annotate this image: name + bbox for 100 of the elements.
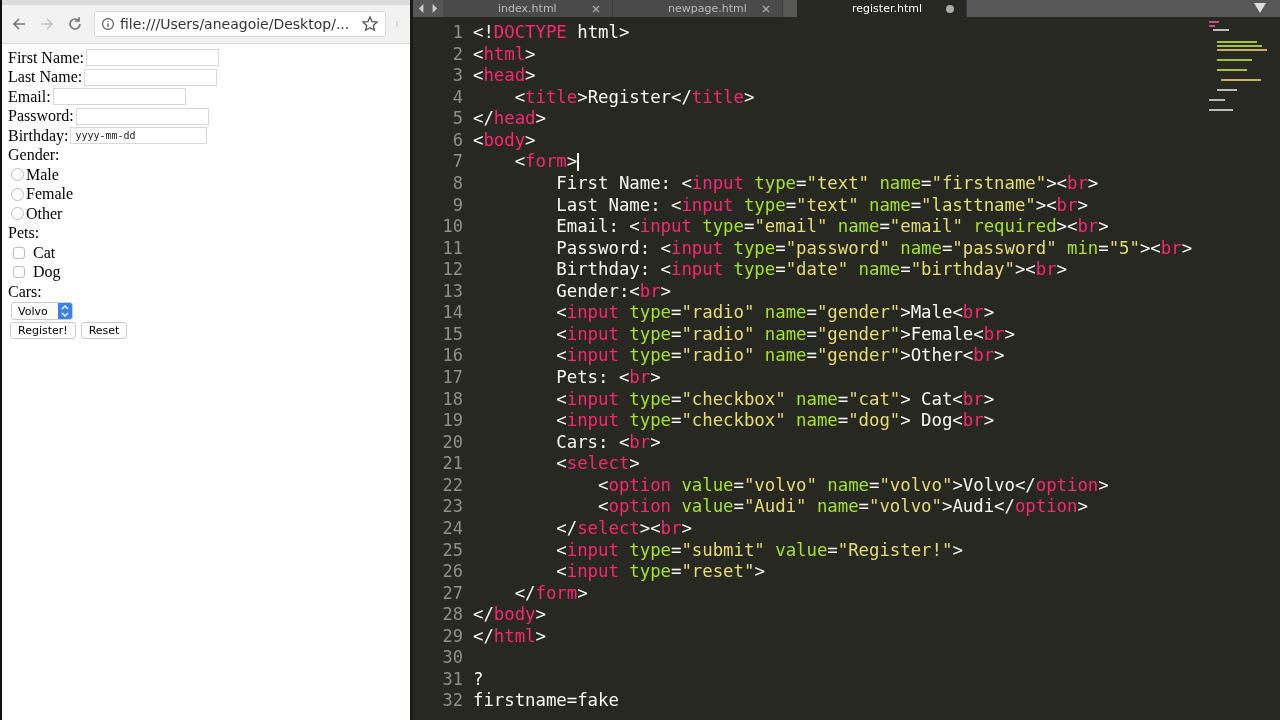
info-icon — [101, 17, 115, 31]
code-line: <html> — [473, 43, 536, 66]
code-line: <!DOCTYPE html> — [473, 22, 630, 44]
dropdown-icon[interactable] — [1254, 3, 1266, 13]
line-number: 27 — [442, 582, 463, 605]
line-number: 32 — [442, 690, 463, 712]
code-line: </html> — [473, 625, 546, 648]
field-label: Cars: — [8, 282, 42, 301]
code-line: <input type="checkbox" name="cat"> Cat<br> — [555, 388, 995, 411]
form-button[interactable]: Reset — [80, 322, 128, 340]
code-line: </head> — [473, 108, 546, 130]
stepper-icon[interactable] — [57, 303, 72, 320]
code-line: <input type="radio" name="gender">Female<br> — [555, 323, 1015, 346]
line-number: 11 — [442, 237, 463, 260]
field-label: First Name: — [8, 48, 84, 67]
line-number: 30 — [442, 647, 463, 669]
code-line: <input type="radio" name="gender">Other<br> — [555, 345, 1005, 367]
line-number: 24 — [442, 517, 463, 540]
code-line: Cars: <br> — [555, 431, 661, 454]
line-number: 7 — [452, 151, 463, 173]
radio-button[interactable] — [11, 168, 24, 182]
line-number: 21 — [442, 453, 463, 475]
text-field[interactable] — [84, 68, 218, 86]
line-number: 8 — [452, 172, 463, 195]
form-button[interactable]: Register! — [10, 322, 76, 340]
code-line: <input type="radio" name="gender">Male<br> — [555, 302, 995, 324]
unsaved-dot-icon — [946, 4, 954, 13]
line-number: 16 — [442, 345, 463, 367]
line-number: 15 — [442, 323, 463, 346]
text-field[interactable] — [75, 107, 209, 125]
star-icon[interactable] — [361, 15, 379, 33]
line-number: 26 — [442, 561, 463, 583]
code-line: Gender:<br> — [555, 280, 671, 303]
line-number: 5 — [452, 108, 463, 130]
code-line: <input type="submit" value="Register!"> — [555, 539, 963, 562]
line-number: 9 — [452, 194, 463, 217]
code-line: Birthday: <input type="date" name="birthday"><br> — [555, 259, 1067, 281]
checkbox-label: Dog — [33, 263, 61, 282]
line-number: 28 — [442, 604, 463, 626]
radio-label: Female — [26, 185, 74, 204]
code-line: <body> — [473, 129, 536, 152]
close-icon[interactable] — [592, 4, 600, 13]
code-line: Pets: <br> — [555, 367, 661, 389]
line-number: 31 — [442, 668, 463, 691]
code-line: First Name: <input type="text" name="firstname"><br> — [555, 172, 1099, 195]
line-number: 17 — [442, 367, 463, 389]
code-line: <head> — [473, 65, 536, 87]
line-number: 12 — [442, 259, 463, 281]
line-number: 23 — [442, 496, 463, 518]
checkbox-label: Cat — [33, 243, 56, 262]
code-line: <option value="Audi" name="volvo">Audi</option> — [597, 496, 1088, 518]
text-field[interactable] — [52, 88, 186, 106]
field-label: Last Name: — [8, 68, 83, 87]
line-number: 13 — [442, 280, 463, 303]
code-line: </select><br> — [555, 517, 692, 540]
tab-arrows-icon[interactable] — [417, 3, 439, 14]
code-line: <title>Register</title> — [513, 86, 755, 109]
checkbox[interactable] — [13, 246, 25, 259]
code-line: firstname=fake — [473, 690, 619, 712]
editor-tab[interactable]: register.html — [797, 0, 967, 17]
line-number: 20 — [442, 431, 463, 454]
date-field[interactable]: yyyy-mm-dd — [70, 127, 208, 145]
radio-label: Male — [26, 165, 59, 184]
code-line: Last Name: <input type="text" name="lasttname"><br> — [555, 194, 1088, 217]
address-bar[interactable]: file:///Users/aneagoie/Desktop/... — [94, 11, 386, 37]
field-label: Gender: — [8, 146, 60, 165]
close-icon[interactable] — [762, 4, 770, 13]
code-line: <form> — [513, 151, 578, 173]
line-number: 29 — [442, 625, 463, 648]
line-number: 22 — [442, 474, 463, 497]
field-label: Email: — [8, 87, 51, 106]
text-field[interactable] — [86, 49, 219, 67]
line-number: 14 — [442, 302, 463, 324]
field-label: Pets: — [8, 224, 40, 243]
radio-button[interactable] — [11, 187, 24, 201]
code-line: <input type="checkbox" name="dog"> Dog<br> — [555, 410, 995, 432]
editor-tab[interactable]: index.html — [443, 0, 613, 17]
code-line: </form> — [513, 582, 588, 605]
line-number: 19 — [442, 410, 463, 432]
code-line: Password: <input type="password" name="password" min="5"><br> — [555, 237, 1193, 260]
checkbox[interactable] — [13, 266, 25, 279]
line-number: 25 — [442, 539, 463, 562]
code-line: <input type="reset"> — [555, 561, 765, 583]
radio-button[interactable] — [11, 207, 24, 221]
car-select[interactable]: Volvo — [11, 302, 73, 321]
code-line: <option value="volvo" name="volvo">Volvo</option> — [597, 474, 1109, 497]
radio-label: Other — [26, 204, 63, 223]
code-line: </body> — [473, 604, 546, 626]
code-line: <select> — [555, 453, 640, 475]
line-number: 10 — [442, 216, 463, 238]
field-label: Password: — [8, 107, 74, 126]
line-number: 4 — [452, 86, 463, 109]
line-number: 6 — [452, 129, 463, 152]
editor-tab[interactable]: newpage.html — [613, 0, 783, 17]
line-number: 2 — [452, 43, 463, 66]
code-line: ? — [473, 668, 484, 691]
code-line: Email: <input type="email" name="email" required><br> — [555, 216, 1109, 238]
line-number: 1 — [452, 22, 463, 44]
line-number: 3 — [452, 65, 463, 87]
reload-icon[interactable] — [66, 15, 84, 33]
